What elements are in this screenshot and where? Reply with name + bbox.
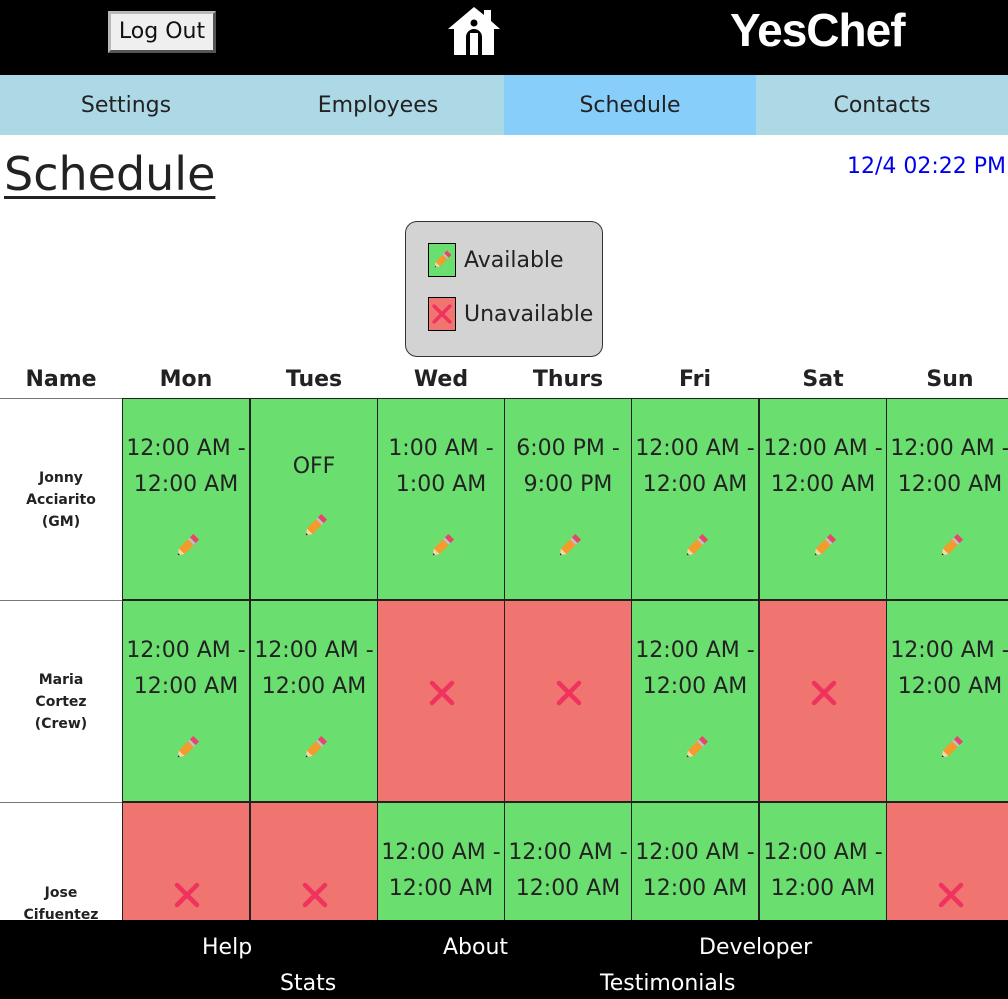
tab-schedule[interactable]: Schedule [504,75,756,135]
shift-time: 12:00 AM - 12:00 AM [635,638,755,699]
column-header-thurs: Thurs [532,367,604,392]
shift-time: 12:00 AM - 12:00 AM [763,840,883,901]
cross-icon[interactable] [937,881,965,909]
tab-contacts[interactable]: Contacts [756,75,1008,135]
table-row: Jonny Acciarito (GM) 12:00 AM - 12:00 AM O… [0,398,1008,600]
employee-name: Maria Cortez (Crew) [0,600,122,802]
shift-time: 6:00 PM - 9:00 PM [516,436,620,497]
page-title: Schedule [4,147,216,201]
shift-cell-sun[interactable]: 12:00 AM - 12:00 AM [886,600,1008,802]
shift-time: 12:00 AM - 12:00 AM [890,638,1008,699]
column-header-sun: Sun [926,367,974,392]
footer: Help About Developer Stats Testimonials [0,920,1008,999]
main-nav: Settings Employees Schedule Contacts [0,75,1008,135]
pencil-icon[interactable] [173,532,201,560]
logout-button[interactable]: Log Out [108,11,216,53]
shift-cell-thurs[interactable]: 6:00 PM - 9:00 PM [504,398,632,600]
column-header-tues: Tues [285,367,343,392]
legend-available-swatch [428,243,456,277]
shift-cell-tues[interactable] [250,802,378,920]
pencil-icon[interactable] [682,734,710,762]
column-header-fri: Fri [678,367,711,392]
legend-available: Available [428,243,564,277]
pencil-icon[interactable] [937,734,965,762]
shift-cell-wed[interactable] [377,600,505,802]
shift-cell-wed[interactable]: 1:00 AM - 1:00 AM [377,398,505,600]
schedule-grid: Jonny Acciarito (GM) 12:00 AM - 12:00 AM O… [0,398,1008,920]
shift-cell-fri[interactable]: 12:00 AM - 12:00 AM [631,398,759,600]
shift-time: 12:00 AM - 12:00 AM [763,436,883,497]
shift-cell-sun[interactable]: 12:00 AM - 12:00 AM [886,398,1008,600]
shift-time: 12:00 AM - 12:00 AM [635,436,755,497]
pencil-icon[interactable] [173,734,201,762]
legend-unavailable: Unavailable [428,297,593,331]
shift-cell-fri[interactable]: 12:00 AM - 12:00 AM [631,600,759,802]
top-bar: Log Out YesChef [0,0,1008,75]
pencil-icon[interactable] [937,532,965,560]
footer-link-help[interactable]: Help [202,934,252,962]
table-row: Jose Cifuentez 12:00 AM - 12:00 AM 12:00 A… [0,802,1008,920]
cross-icon[interactable] [555,679,583,707]
shift-cell-thurs[interactable] [504,600,632,802]
column-header-sat: Sat [802,367,844,392]
column-header-mon: Mon [159,367,213,392]
shift-cell-sat[interactable] [759,600,887,802]
footer-link-stats[interactable]: Stats [280,970,336,998]
pencil-icon[interactable] [428,532,456,560]
cross-icon [432,304,452,324]
shift-cell-sun[interactable] [886,802,1008,920]
pencil-icon [434,250,452,268]
shift-cell-mon[interactable] [122,802,250,920]
employee-name: Jonny Acciarito (GM) [0,398,122,600]
pencil-icon[interactable] [301,734,329,762]
pencil-icon[interactable] [682,532,710,560]
shift-cell-sat[interactable]: 12:00 AM - 12:00 AM [759,398,887,600]
shift-time: 12:00 AM - 12:00 AM [381,840,501,901]
shift-time: OFF [292,454,336,479]
legend-unavailable-swatch [428,297,456,331]
shift-time: 12:00 AM - 12:00 AM [890,436,1008,497]
tab-employees[interactable]: Employees [252,75,504,135]
footer-link-about[interactable]: About [443,934,508,962]
brand-title: YesChef [730,4,906,56]
column-header-name: Name [25,367,97,392]
shift-cell-fri[interactable]: 12:00 AM - 12:00 AM [631,802,759,920]
table-row: Maria Cortez (Crew) 12:00 AM - 12:00 AM 12… [0,600,1008,802]
column-header-wed: Wed [413,367,469,392]
cross-icon[interactable] [301,881,329,909]
shift-cell-tues[interactable]: 12:00 AM - 12:00 AM [250,600,378,802]
legend-unavailable-label: Unavailable [464,301,594,327]
shift-cell-sat[interactable]: 12:00 AM - 12:00 AM [759,802,887,920]
shift-cell-mon[interactable]: 12:00 AM - 12:00 AM [122,600,250,802]
shift-time: 12:00 AM - 12:00 AM [126,638,246,699]
pencil-icon[interactable] [810,532,838,560]
legend-available-label: Available [464,247,564,273]
shift-cell-tues[interactable]: OFF [250,398,378,600]
schedule-header-row: Name Mon Tues Wed Thurs Fri Sat Sun [0,362,1008,398]
employee-name: Jose Cifuentez [0,802,122,920]
cross-icon[interactable] [173,881,201,909]
shift-time: 12:00 AM - 12:00 AM [635,840,755,901]
current-datetime: 12/4 02:22 PM [846,154,1006,179]
shift-cell-thurs[interactable]: 12:00 AM - 12:00 AM [504,802,632,920]
tab-settings[interactable]: Settings [0,75,252,135]
footer-link-developer[interactable]: Developer [699,934,812,962]
legend-box: Available Unavailable [405,221,603,357]
cross-icon[interactable] [810,679,838,707]
cross-icon[interactable] [428,679,456,707]
shift-time: 12:00 AM - 12:00 AM [126,436,246,497]
pencil-icon[interactable] [555,532,583,560]
shift-cell-mon[interactable]: 12:00 AM - 12:00 AM [122,398,250,600]
shift-time: 1:00 AM - 1:00 AM [388,436,494,497]
pencil-icon[interactable] [301,512,329,540]
shift-time: 12:00 AM - 12:00 AM [254,638,374,699]
footer-link-testimonials[interactable]: Testimonials [600,970,735,998]
shift-time: 12:00 AM - 12:00 AM [508,840,628,901]
home-icon[interactable] [446,5,502,57]
shift-cell-wed[interactable]: 12:00 AM - 12:00 AM [377,802,505,920]
